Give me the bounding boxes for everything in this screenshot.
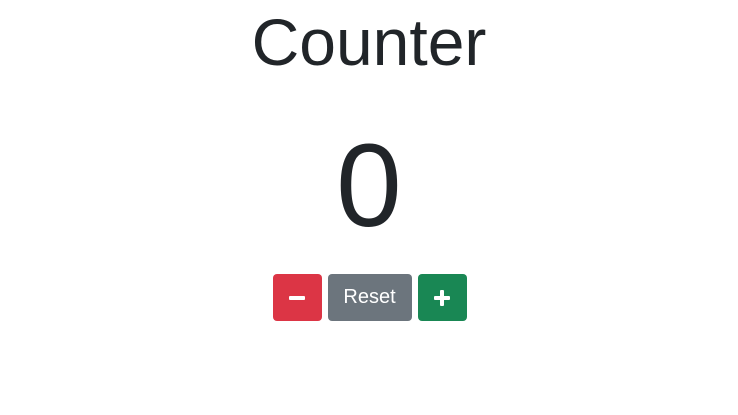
- counter-page: Counter 0 Reset: [0, 0, 738, 415]
- plus-icon: [433, 289, 451, 307]
- reset-button[interactable]: Reset: [327, 274, 412, 321]
- increment-button[interactable]: [417, 274, 467, 321]
- counter-value: 0: [336, 120, 402, 252]
- minus-icon: [288, 289, 306, 307]
- counter-controls: Reset: [0, 274, 738, 321]
- page-title: Counter: [251, 5, 487, 79]
- decrement-button[interactable]: [272, 274, 322, 321]
